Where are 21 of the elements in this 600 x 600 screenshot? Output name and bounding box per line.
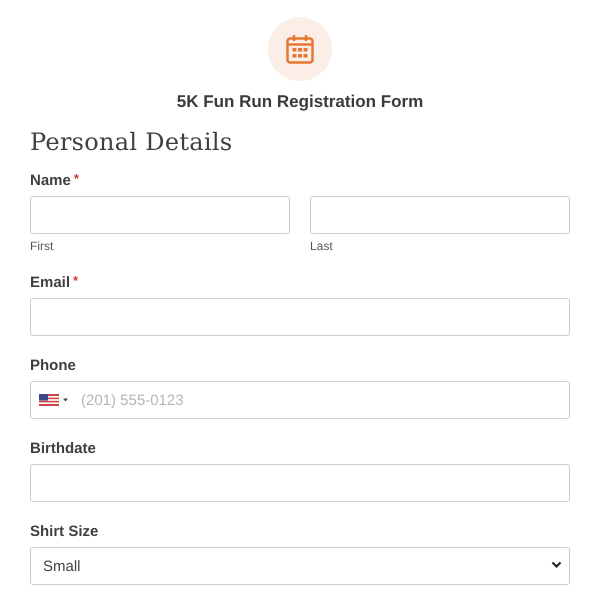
required-mark: *: [74, 171, 79, 187]
phone-field[interactable]: (201) 555-0123: [30, 381, 570, 419]
input-field[interactable]: [310, 196, 570, 234]
chevron-down-icon: [551, 561, 562, 569]
field-label: Phone: [30, 356, 76, 376]
flag-icon[interactable]: [39, 394, 69, 406]
sublabel: Last: [310, 239, 333, 253]
input-field[interactable]: [30, 298, 570, 336]
input-field[interactable]: [30, 464, 570, 502]
section-heading: Personal Details: [30, 127, 234, 157]
calendar-icon: [286, 34, 314, 64]
field-label: Email: [30, 273, 70, 293]
form-title: 5K Fun Run Registration Form: [176, 91, 424, 113]
required-mark: *: [73, 273, 78, 289]
field-label: Shirt Size: [30, 522, 98, 542]
field-label: Name: [30, 171, 71, 191]
dropdown[interactable]: Small: [30, 547, 570, 585]
phone-number-input[interactable]: (201) 555-0123: [75, 385, 557, 415]
field-label: Birthdate: [30, 439, 96, 459]
input-field[interactable]: [30, 196, 290, 234]
sublabel: First: [30, 239, 54, 253]
